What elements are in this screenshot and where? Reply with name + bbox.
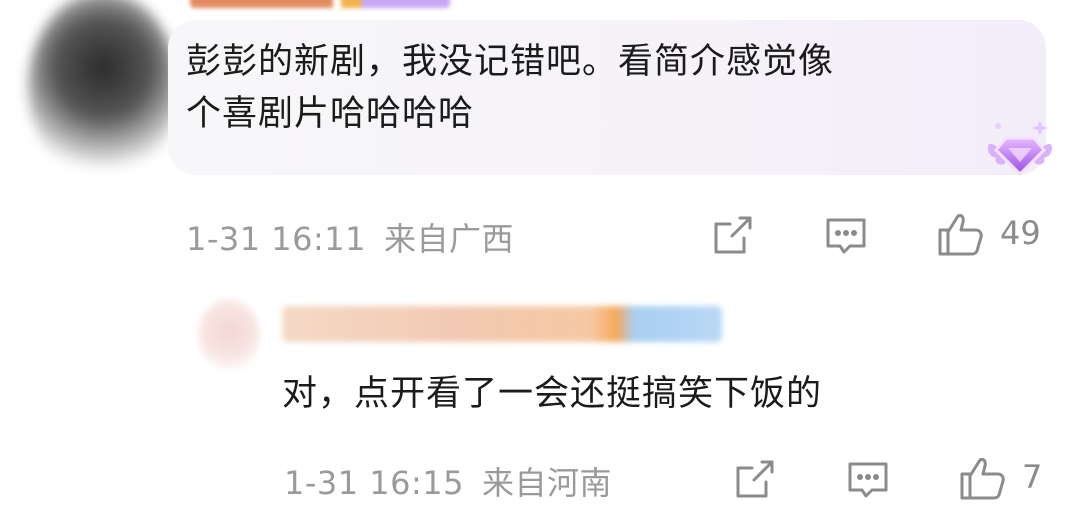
thumbs-up-icon[interactable] — [958, 454, 1006, 502]
comment-location: 来自广西 — [384, 220, 515, 258]
comment-text: 对，点开看了一会还挺搞笑下饭的 — [282, 374, 823, 414]
comment-icon[interactable] — [846, 458, 890, 502]
like-count: 7 — [1022, 458, 1043, 496]
comment-text-line: 个喜剧片哈哈哈哈 — [186, 94, 475, 134]
share-icon[interactable] — [710, 214, 754, 258]
like-count: 49 — [1000, 214, 1041, 252]
comment-text: 彭彭的新剧，我没记错吧。看简介感觉像 个喜剧片哈哈哈哈 — [186, 36, 1006, 140]
username-blurred[interactable] — [282, 306, 722, 342]
comment-meta: 1-31 16:15 来自河南 — [284, 458, 612, 504]
diamond-badge-icon — [984, 114, 1056, 182]
thumbs-up-icon[interactable] — [936, 210, 984, 258]
username-blurred[interactable] — [190, 0, 450, 8]
comment-date: 1-31 16:15 — [284, 464, 465, 502]
comment-location: 来自河南 — [482, 464, 613, 502]
share-icon[interactable] — [732, 458, 776, 502]
avatar[interactable] — [28, 0, 178, 182]
comment-date: 1-31 16:11 — [186, 220, 367, 258]
comment-icon[interactable] — [824, 214, 868, 258]
avatar[interactable] — [198, 298, 260, 372]
comment-meta: 1-31 16:11 来自广西 — [186, 214, 514, 260]
comment-text-line: 彭彭的新剧，我没记错吧。看简介感觉像 — [186, 42, 835, 82]
